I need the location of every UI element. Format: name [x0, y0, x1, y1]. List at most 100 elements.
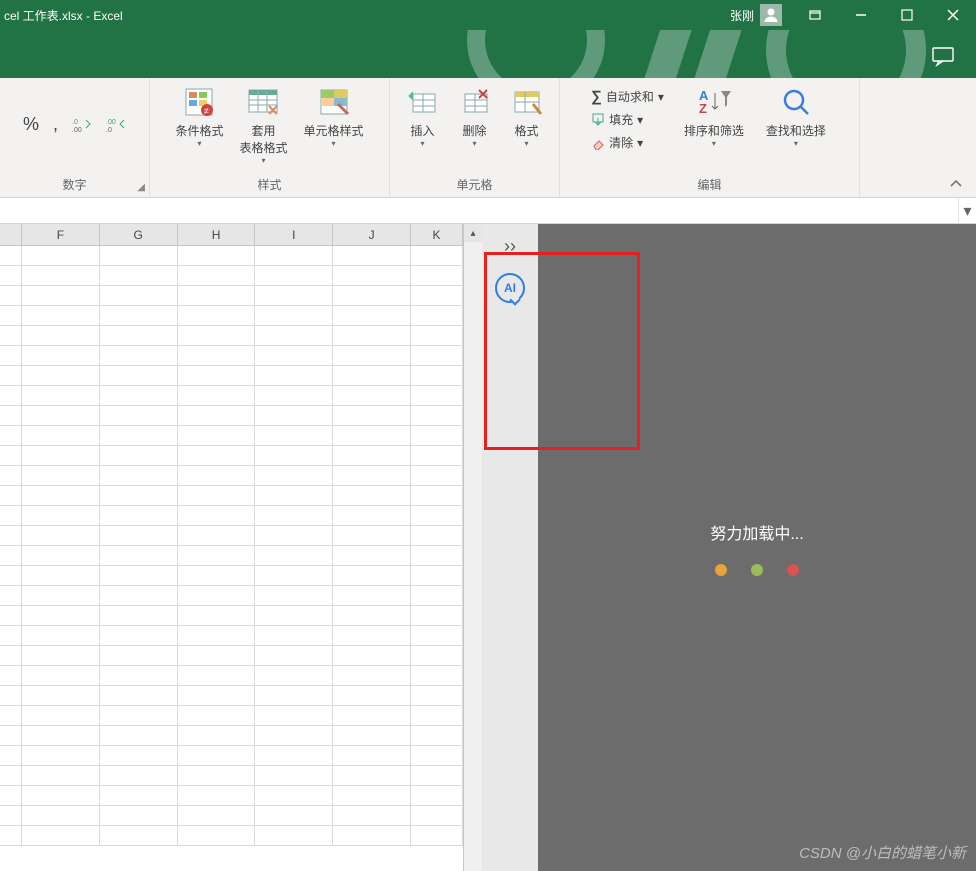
cell[interactable]: [333, 366, 411, 385]
cell[interactable]: [22, 706, 100, 725]
cell[interactable]: [22, 426, 100, 445]
table-row[interactable]: [0, 506, 463, 526]
cell[interactable]: [178, 426, 256, 445]
cell[interactable]: [255, 786, 333, 805]
cell[interactable]: [411, 486, 463, 505]
table-row[interactable]: [0, 766, 463, 786]
column-header[interactable]: J: [333, 224, 411, 245]
cell[interactable]: [0, 286, 22, 305]
cell[interactable]: [178, 446, 256, 465]
cell[interactable]: [333, 306, 411, 325]
table-row[interactable]: [0, 246, 463, 266]
cell[interactable]: [0, 746, 22, 765]
cell[interactable]: [100, 246, 178, 265]
cell-styles-button[interactable]: 单元格样式▾: [300, 82, 368, 150]
table-row[interactable]: [0, 406, 463, 426]
cell[interactable]: [22, 306, 100, 325]
cell[interactable]: [333, 646, 411, 665]
decrease-decimal-button[interactable]: .00.0: [104, 114, 128, 136]
cell[interactable]: [22, 506, 100, 525]
cell[interactable]: [333, 526, 411, 545]
cell[interactable]: [255, 286, 333, 305]
cell[interactable]: [255, 826, 333, 845]
cell[interactable]: [178, 566, 256, 585]
cell[interactable]: [178, 646, 256, 665]
cell[interactable]: [178, 466, 256, 485]
cell[interactable]: [22, 486, 100, 505]
table-row[interactable]: [0, 546, 463, 566]
cell[interactable]: [100, 526, 178, 545]
cell[interactable]: [0, 546, 22, 565]
cell[interactable]: [255, 406, 333, 425]
cell[interactable]: [255, 306, 333, 325]
cell[interactable]: [333, 446, 411, 465]
cell[interactable]: [411, 786, 463, 805]
table-row[interactable]: [0, 646, 463, 666]
cell[interactable]: [255, 686, 333, 705]
format-button[interactable]: 格式▾: [505, 82, 549, 150]
cell[interactable]: [0, 566, 22, 585]
cell[interactable]: [255, 266, 333, 285]
cell[interactable]: [22, 766, 100, 785]
expand-formula-bar-button[interactable]: ▾: [958, 198, 976, 223]
cell[interactable]: [0, 406, 22, 425]
cell[interactable]: [100, 826, 178, 845]
cell[interactable]: [100, 346, 178, 365]
cell[interactable]: [333, 546, 411, 565]
cell[interactable]: [22, 586, 100, 605]
cell[interactable]: [0, 466, 22, 485]
cell[interactable]: [0, 486, 22, 505]
cell[interactable]: [0, 346, 22, 365]
cell[interactable]: [411, 326, 463, 345]
cell[interactable]: [178, 406, 256, 425]
format-as-table-button[interactable]: 套用 表格格式▾: [235, 82, 291, 167]
cell[interactable]: [333, 806, 411, 825]
table-row[interactable]: [0, 626, 463, 646]
cell[interactable]: [0, 826, 22, 845]
cell[interactable]: [178, 826, 256, 845]
table-row[interactable]: [0, 486, 463, 506]
cell[interactable]: [255, 326, 333, 345]
table-row[interactable]: [0, 266, 463, 286]
cell[interactable]: [0, 706, 22, 725]
sort-filter-button[interactable]: AZ 排序和筛选▾: [680, 82, 748, 150]
cell[interactable]: [22, 466, 100, 485]
cell[interactable]: [100, 706, 178, 725]
vertical-scrollbar[interactable]: ▴: [464, 224, 482, 871]
fill-button[interactable]: 填充 ▾: [589, 109, 666, 130]
cell[interactable]: [100, 666, 178, 685]
maximize-button[interactable]: [884, 0, 930, 30]
cell[interactable]: [100, 326, 178, 345]
cell[interactable]: [0, 646, 22, 665]
cell[interactable]: [333, 266, 411, 285]
cell[interactable]: [22, 606, 100, 625]
cell[interactable]: [178, 286, 256, 305]
cell[interactable]: [333, 326, 411, 345]
cell[interactable]: [333, 826, 411, 845]
cell[interactable]: [22, 246, 100, 265]
cell[interactable]: [411, 506, 463, 525]
cell[interactable]: [22, 746, 100, 765]
cell[interactable]: [0, 606, 22, 625]
cell[interactable]: [22, 346, 100, 365]
cell[interactable]: [333, 506, 411, 525]
cell[interactable]: [255, 806, 333, 825]
cell[interactable]: [178, 326, 256, 345]
cell[interactable]: [178, 546, 256, 565]
formula-input[interactable]: [0, 198, 958, 223]
cell[interactable]: [100, 366, 178, 385]
close-button[interactable]: [930, 0, 976, 30]
cell[interactable]: [178, 586, 256, 605]
cell[interactable]: [0, 586, 22, 605]
cell[interactable]: [22, 266, 100, 285]
cell[interactable]: [178, 526, 256, 545]
table-row[interactable]: [0, 286, 463, 306]
cell[interactable]: [411, 586, 463, 605]
ai-assistant-button[interactable]: AI: [495, 273, 525, 303]
dialog-launcher-icon[interactable]: ◢: [137, 182, 145, 193]
cell[interactable]: [100, 546, 178, 565]
cell[interactable]: [411, 686, 463, 705]
cell[interactable]: [22, 726, 100, 745]
cell[interactable]: [100, 386, 178, 405]
cell[interactable]: [411, 566, 463, 585]
